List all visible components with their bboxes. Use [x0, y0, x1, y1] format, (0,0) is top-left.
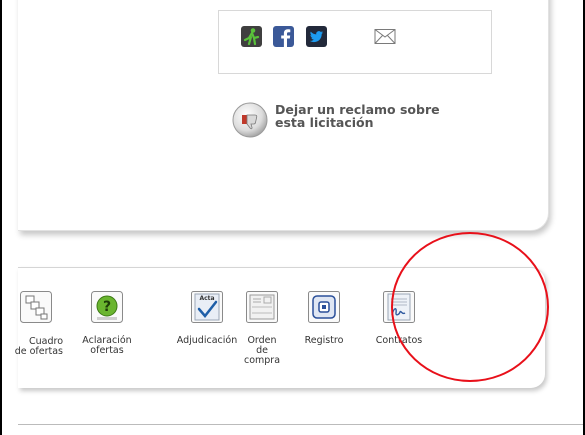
- tool-label: Orden de compra: [243, 335, 281, 366]
- tool-orden-compra[interactable]: Orden de compra: [241, 291, 283, 366]
- twitter-icon[interactable]: [306, 26, 327, 47]
- share-box: [218, 10, 492, 74]
- acta-badge: Acta: [199, 295, 214, 302]
- svg-text:?: ?: [103, 299, 111, 315]
- person-share-icon[interactable]: [241, 26, 262, 47]
- page-divider: [18, 424, 583, 425]
- tool-label: Aclaración ofertas: [82, 335, 132, 356]
- tool-adjudicacion[interactable]: Acta Adjudicación: [174, 291, 240, 346]
- purchase-order-icon: [246, 291, 278, 323]
- tool-label: Cuadro de ofertas: [14, 336, 63, 357]
- facebook-icon[interactable]: [273, 26, 294, 47]
- tool-cuadro-ofertas[interactable]: Cuadro de ofertas: [7, 291, 65, 357]
- cuadro-ofertas-icon: [20, 291, 52, 323]
- tool-aclaracion-ofertas[interactable]: ? Aclaración ofertas: [82, 291, 132, 356]
- reclamo-link[interactable]: Dejar un reclamo sobre esta licitación: [231, 100, 491, 140]
- reclamo-label[interactable]: Dejar un reclamo sobre esta licitación: [275, 103, 495, 129]
- thumbs-down-icon[interactable]: [231, 101, 269, 139]
- help-question-icon: ?: [91, 291, 123, 323]
- acta-checkmark-icon: Acta: [191, 291, 223, 323]
- tender-info-panel: Dejar un reclamo sobre esta licitación: [18, 0, 549, 231]
- red-annotation-circle: [391, 232, 549, 382]
- email-icon[interactable]: [374, 26, 396, 47]
- registro-icon: [308, 291, 340, 323]
- tool-label: Registro: [304, 335, 344, 346]
- tool-label: Adjudicación: [176, 335, 238, 346]
- tool-registro[interactable]: Registro: [299, 291, 349, 346]
